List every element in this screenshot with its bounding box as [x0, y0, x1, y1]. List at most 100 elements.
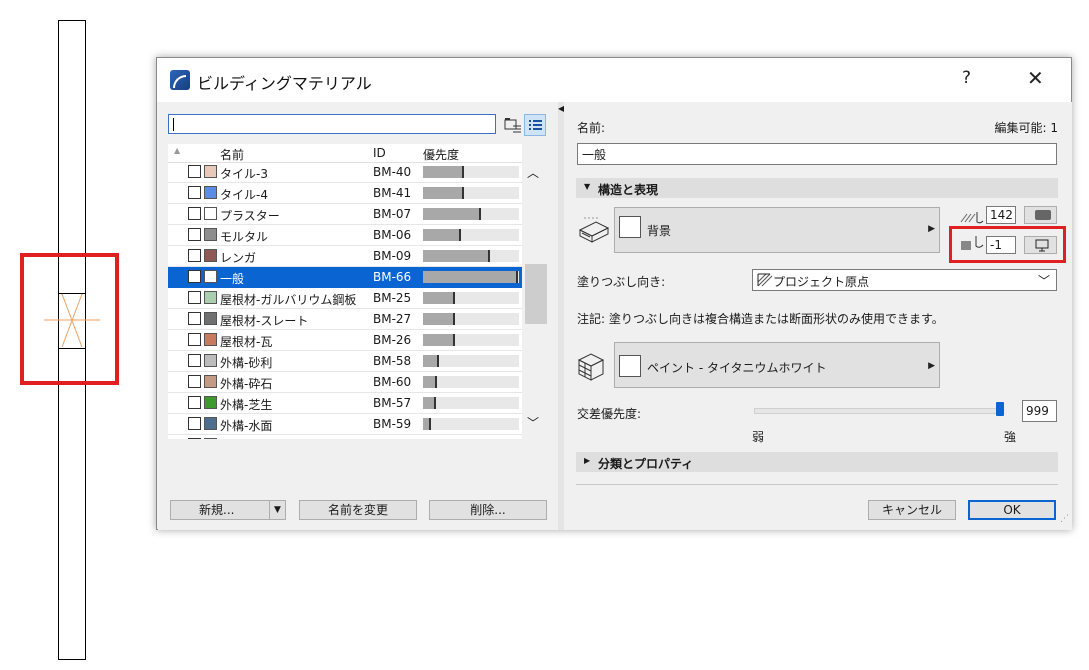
list-item[interactable]: 外構-水面 BM-59	[168, 414, 522, 435]
priority-bar-fill	[423, 376, 437, 388]
sort-indicator-icon[interactable]: ▲	[174, 146, 180, 155]
visibility-checkbox[interactable]	[188, 333, 201, 346]
material-name: 外構-芝生	[220, 398, 273, 412]
intersection-priority-slider-track[interactable]	[754, 408, 1002, 414]
intersection-priority-field[interactable]: 999	[1022, 400, 1057, 422]
material-name: 屋根材-スレート	[220, 314, 309, 328]
material-name: レンガ	[220, 251, 257, 265]
column-header-id[interactable]: ID	[373, 146, 386, 160]
list-item[interactable]: 外構-芝生 BM-57	[168, 393, 522, 414]
pen-color-swatch	[1035, 210, 1051, 220]
name-label: 名前:	[577, 121, 606, 135]
material-swatch	[204, 312, 217, 325]
priority-bar-fill	[423, 187, 464, 199]
expand-down-icon: ▼	[584, 182, 591, 191]
list-item[interactable]: レンガ BM-09	[168, 246, 522, 267]
visibility-checkbox[interactable]	[188, 291, 201, 304]
material-id: BM-66	[373, 270, 412, 284]
material-list: ▲ 名前 ID 優先度 タイル-3 BM-40 タイル-4 BM-41 プラスター BM-…	[168, 144, 522, 439]
help-button[interactable]: ?	[962, 68, 971, 88]
priority-bar	[423, 292, 519, 304]
visibility-checkbox[interactable]	[188, 375, 201, 388]
title-bar: ビルディングマテリアル ? ✕	[157, 58, 1071, 102]
list-item[interactable]: モルタル BM-06	[168, 225, 522, 246]
section-structure-header[interactable]: ▼ 構造と表現	[576, 178, 1058, 198]
material-swatch	[204, 396, 217, 409]
delete-button[interactable]: 削除...	[429, 500, 547, 520]
list-item[interactable]: 外構-地面 BM-56	[168, 435, 522, 439]
strong-label: 強	[1004, 430, 1017, 444]
material-name: タイル-4	[220, 188, 268, 202]
visibility-checkbox[interactable]	[188, 249, 201, 262]
material-swatch	[204, 438, 217, 439]
cut-fill-button[interactable]: 背景 ▶	[614, 207, 940, 253]
new-button[interactable]: 新規... ▼	[170, 500, 286, 520]
cut-fill-icon	[578, 217, 610, 243]
intersection-priority-slider-thumb[interactable]	[996, 402, 1004, 416]
pen-hook-icon	[975, 236, 984, 248]
visibility-checkbox[interactable]	[188, 186, 201, 199]
visibility-checkbox[interactable]	[188, 228, 201, 241]
scroll-thumb[interactable]	[525, 264, 547, 324]
visibility-checkbox[interactable]	[188, 438, 201, 439]
list-item[interactable]: タイル-4 BM-41	[168, 183, 522, 204]
list-item[interactable]: 一般 BM-66	[168, 267, 522, 288]
folder-view-icon[interactable]	[502, 114, 524, 136]
visibility-checkbox[interactable]	[188, 396, 201, 409]
material-name: モルタル	[220, 230, 269, 244]
surface-material-button[interactable]: ペイント - タイタニウムホワイト ▶	[614, 342, 940, 388]
priority-bar-fill	[423, 313, 455, 325]
material-name: 屋根材-瓦	[220, 335, 273, 349]
monitor-button[interactable]	[1024, 236, 1057, 254]
fill-swatch	[619, 216, 641, 238]
close-button[interactable]: ✕	[1027, 66, 1044, 90]
text-caret	[173, 118, 174, 131]
list-scrollbar[interactable]: ︿ ﹀	[522, 144, 547, 439]
list-item[interactable]: 屋根材-瓦 BM-26	[168, 330, 522, 351]
priority-bar-fill	[423, 250, 490, 262]
material-swatch	[204, 291, 217, 304]
list-item[interactable]: プラスター BM-07	[168, 204, 522, 225]
pen-number-field[interactable]: 142	[986, 206, 1016, 224]
section-classification-header[interactable]: ▶ 分類とプロパティ	[576, 452, 1058, 472]
ok-button[interactable]: OK	[968, 500, 1056, 520]
search-input[interactable]	[168, 114, 496, 134]
list-item[interactable]: タイル-3 BM-40	[168, 162, 522, 183]
visibility-checkbox[interactable]	[188, 207, 201, 220]
priority-bar-fill	[423, 292, 455, 304]
background-pen-field[interactable]: -1	[986, 236, 1016, 254]
list-item[interactable]: 外構-砕石 BM-60	[168, 372, 522, 393]
scroll-down-icon[interactable]: ﹀	[527, 414, 539, 431]
orientation-select[interactable]: プロジェクト原点 ﹀	[752, 269, 1057, 291]
rename-button[interactable]: 名前を変更	[299, 500, 417, 520]
material-swatch	[204, 354, 217, 367]
list-item[interactable]: 屋根材-スレート BM-27	[168, 309, 522, 330]
project-origin-icon	[757, 273, 773, 287]
column-header-priority[interactable]: 優先度	[423, 146, 459, 163]
material-name: プラスター	[220, 209, 280, 223]
list-item[interactable]: 屋根材-ガルバリウム鋼板 BM-25	[168, 288, 522, 309]
column-header-name[interactable]: 名前	[220, 146, 244, 163]
scroll-up-icon[interactable]: ︿	[527, 164, 539, 181]
cancel-button[interactable]: キャンセル	[868, 500, 956, 520]
orientation-note: 注記: 塗りつぶし向きは複合構造または断面形状のみ使用できます。	[577, 312, 944, 326]
priority-bar-fill	[423, 355, 439, 367]
visibility-checkbox[interactable]	[188, 354, 201, 367]
visibility-checkbox[interactable]	[188, 312, 201, 325]
visibility-checkbox[interactable]	[188, 417, 201, 430]
list-view-icon[interactable]	[524, 114, 546, 136]
material-name: 外構-地面	[220, 438, 272, 439]
chevron-down-icon: ﹀	[1037, 274, 1050, 288]
material-name: 外構-砂利	[220, 356, 273, 370]
list-item[interactable]: 外構-砂利 BM-58	[168, 351, 522, 372]
visibility-checkbox[interactable]	[188, 165, 201, 178]
priority-bar	[423, 229, 519, 241]
resize-grip-icon[interactable]: ⋰	[1060, 514, 1069, 524]
material-id: BM-25	[373, 291, 412, 305]
name-field[interactable]: 一般	[577, 143, 1057, 165]
priority-bar-fill	[423, 229, 461, 241]
pen-color-button[interactable]	[1024, 206, 1057, 224]
priority-bar	[423, 166, 519, 178]
new-dropdown-icon[interactable]: ▼	[269, 501, 281, 519]
visibility-checkbox[interactable]	[188, 270, 201, 283]
